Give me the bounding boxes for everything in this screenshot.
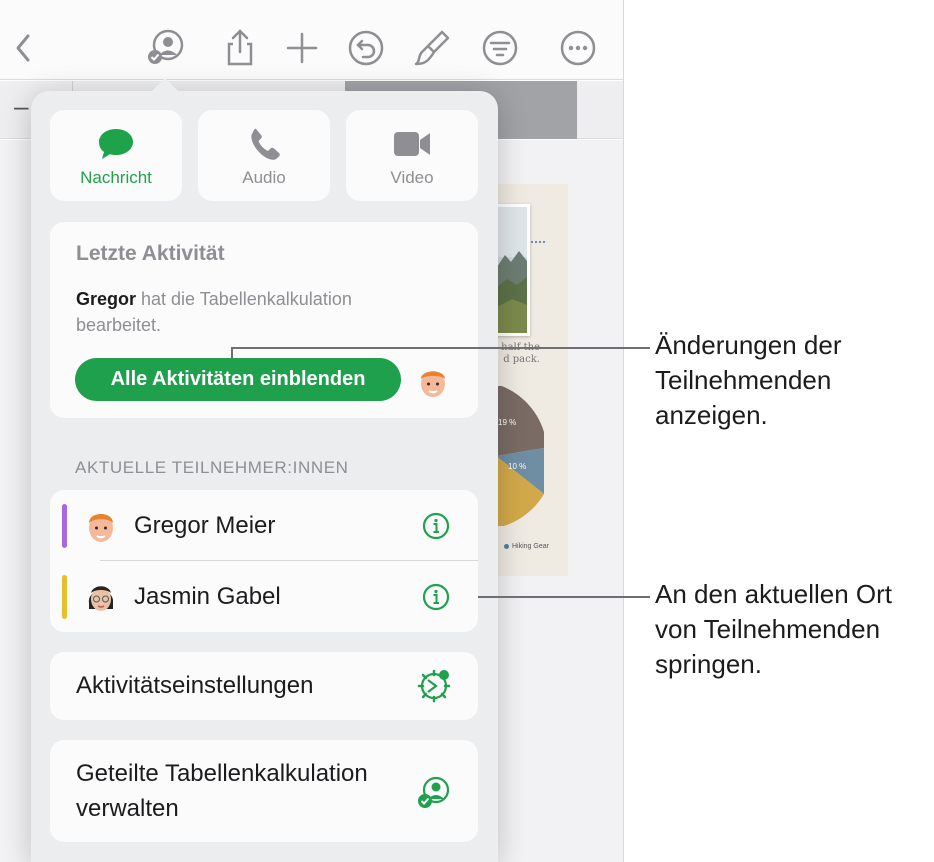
minus-icon[interactable]: – xyxy=(14,91,28,122)
chart-legend: Hiking Gear xyxy=(504,543,549,550)
message-button[interactable]: Nachricht xyxy=(50,110,182,201)
legend-label: Hiking Gear xyxy=(512,543,549,550)
collaboration-icon[interactable] xyxy=(146,28,186,68)
legend-dot xyxy=(504,543,509,549)
callout-jump: An den aktuellen Ort von Teilnehmenden s… xyxy=(655,579,893,679)
callout-line-changes-vertical xyxy=(231,348,233,358)
show-all-activity-button[interactable]: Alle Aktivitäten einblenden xyxy=(75,358,401,401)
add-icon[interactable] xyxy=(282,28,322,68)
participant-row[interactable]: Jasmin Gabel xyxy=(50,561,478,631)
recent-activity-card: Letzte Aktivität Gregor hat die Tabellen… xyxy=(50,222,478,418)
participant-color-bar xyxy=(62,504,67,548)
pie-label-10: 10 % xyxy=(508,462,527,471)
collaboration-popover: Nachricht Audio Video Letzte Aktivität G… xyxy=(31,91,498,862)
video-label: Video xyxy=(390,168,434,187)
undo-icon[interactable] xyxy=(346,28,386,68)
manage-collaboration-icon xyxy=(418,776,450,808)
back-chevron-icon[interactable] xyxy=(4,28,44,68)
format-brush-icon[interactable] xyxy=(412,28,452,68)
activity-settings-gear-icon xyxy=(417,669,451,703)
recent-activity-text: Gregor hat die Tabellenkalkulation bearb… xyxy=(76,286,436,338)
audio-label: Audio xyxy=(242,168,286,187)
participant-color-bar xyxy=(62,575,67,619)
activity-user: Gregor xyxy=(76,289,137,309)
video-camera-icon xyxy=(394,132,430,156)
recent-activity-title: Letzte Aktivität xyxy=(76,242,225,265)
video-button[interactable]: Video xyxy=(346,110,478,201)
manage-shared-label: Geteilte Tabellenkalkulation verwalten xyxy=(76,760,368,822)
message-label: Nachricht xyxy=(80,168,152,187)
gregor-avatar xyxy=(421,371,445,397)
activity-settings-label: Aktivitätseinstellungen xyxy=(76,672,314,699)
mountain-photo xyxy=(494,204,530,336)
callout-line-changes xyxy=(231,347,650,349)
callout-changes: Änderungen der Teilnehmenden anzeigen. xyxy=(655,330,842,430)
activity-settings-button[interactable]: Aktivitätseinstellungen xyxy=(50,652,478,720)
more-icon[interactable] xyxy=(558,28,598,68)
organize-icon[interactable] xyxy=(480,28,520,68)
callout-line-jump xyxy=(478,596,650,598)
toolbar xyxy=(0,0,623,80)
participants-card: Gregor Meier Jasmin Gabel xyxy=(50,490,478,632)
info-icon[interactable] xyxy=(422,583,450,611)
pie-label-19: 19 % xyxy=(498,418,517,427)
current-participants-header: AKTUELLE TEILNEHMER:INNEN xyxy=(75,458,349,477)
audio-button[interactable]: Audio xyxy=(198,110,330,201)
share-icon[interactable] xyxy=(220,28,260,68)
message-bubble-icon xyxy=(99,129,133,159)
manage-shared-spreadsheet-button[interactable]: Geteilte Tabellenkalkulation verwalten xyxy=(50,740,478,842)
gregor-meier-avatar xyxy=(89,514,113,542)
participant-name: Gregor Meier xyxy=(134,512,276,539)
jasmin-gabel-avatar xyxy=(88,586,114,611)
phone-icon xyxy=(251,128,280,160)
connector-line xyxy=(531,241,545,243)
participant-name: Jasmin Gabel xyxy=(134,583,281,610)
participant-row[interactable]: Gregor Meier xyxy=(50,490,478,560)
popover-arrow xyxy=(151,78,179,92)
info-icon[interactable] xyxy=(422,512,450,540)
